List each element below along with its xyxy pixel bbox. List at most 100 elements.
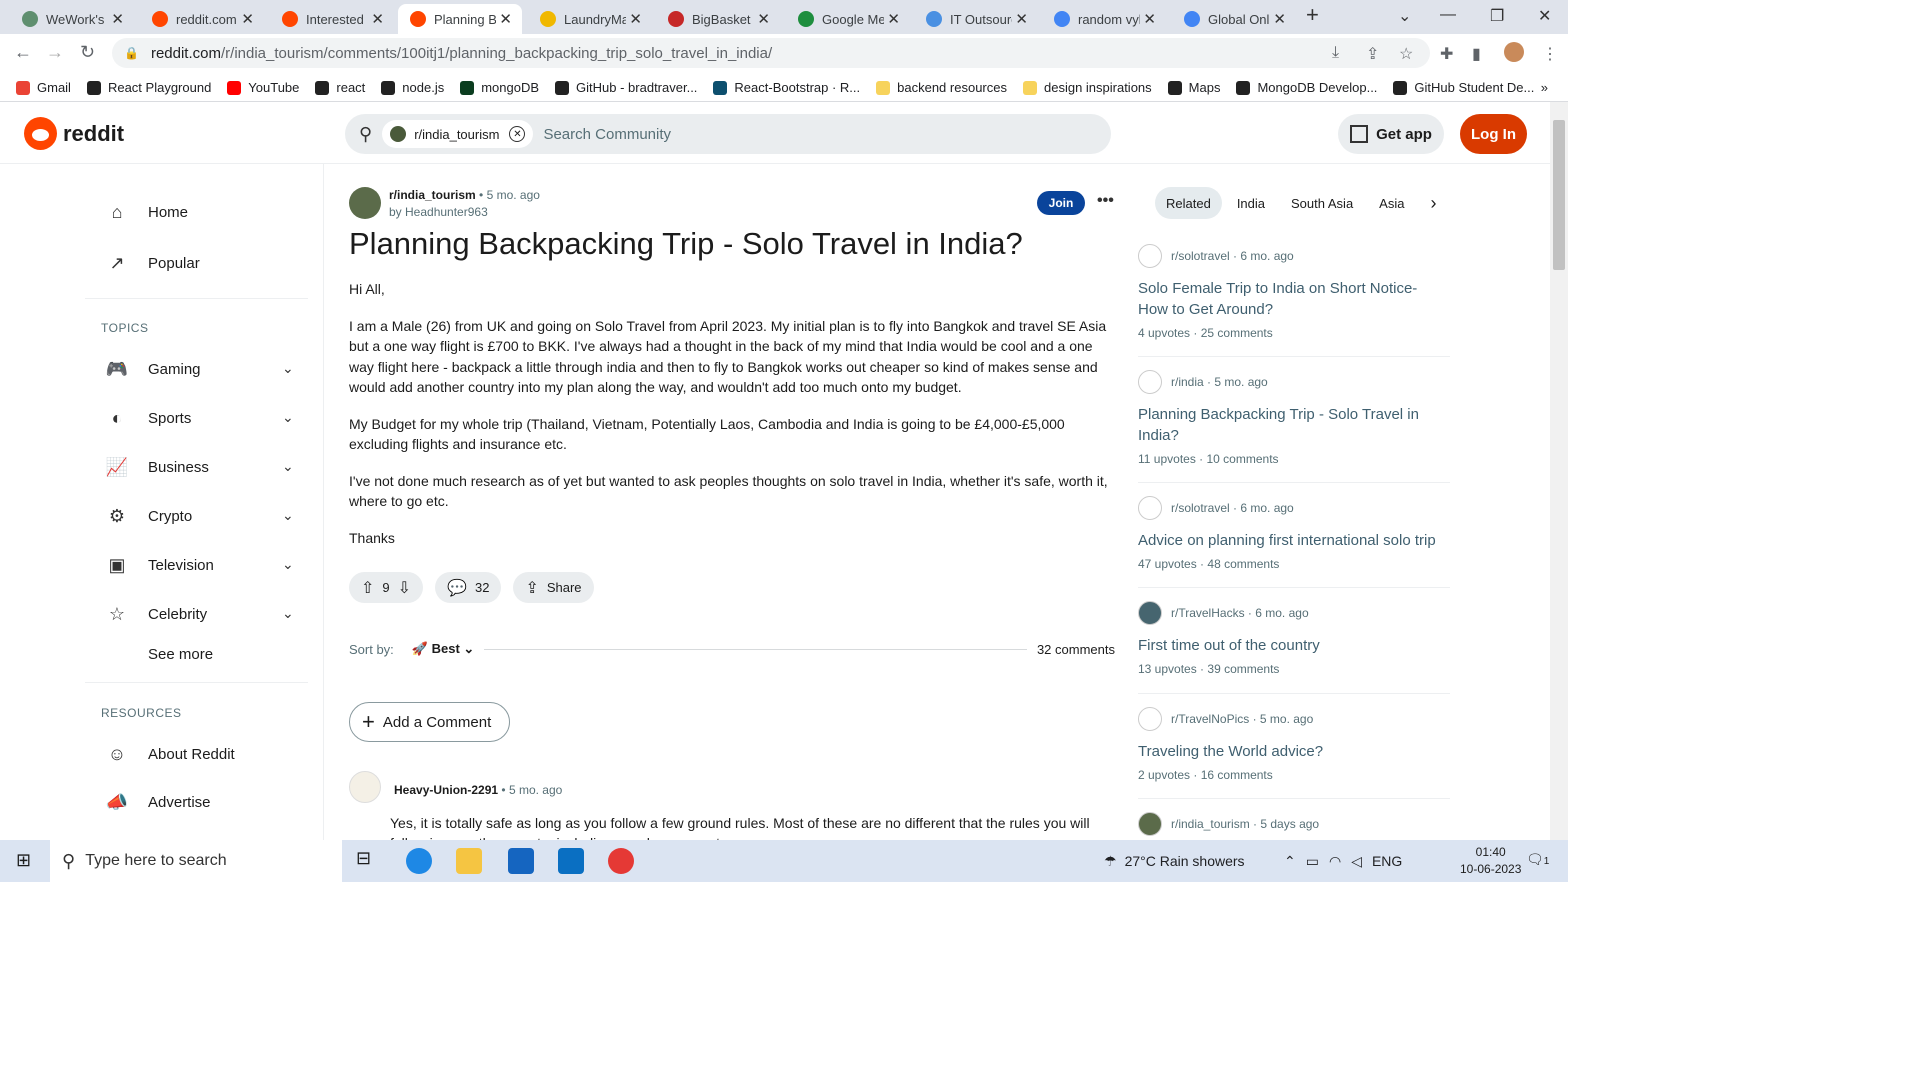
- bookmark-item[interactable]: MongoDB Develop...: [1236, 80, 1377, 95]
- new-tab-icon[interactable]: +: [1306, 2, 1319, 28]
- browser-tab[interactable]: random vyl ✕: [1042, 4, 1166, 34]
- browser-tab[interactable]: Google Me ✕: [786, 4, 910, 34]
- related-title[interactable]: First time out of the country: [1138, 635, 1450, 656]
- browser-tab[interactable]: reddit.com ✕: [140, 4, 264, 34]
- close-tab-icon[interactable]: ✕: [629, 10, 642, 28]
- bookmark-item[interactable]: YouTube: [227, 80, 299, 95]
- comments-button[interactable]: 💬 32: [435, 572, 502, 603]
- vscode-icon[interactable]: [558, 848, 584, 874]
- volume-icon[interactable]: ◁: [1351, 853, 1362, 870]
- related-tab[interactable]: India: [1226, 187, 1276, 219]
- comment-author[interactable]: Heavy-Union-2291: [394, 783, 498, 797]
- chevron-right-icon[interactable]: ›: [1419, 187, 1447, 219]
- sidebar-item-topic[interactable]: 🎮 Gaming: [106, 358, 201, 380]
- edge-icon[interactable]: [406, 848, 432, 874]
- bookmark-item[interactable]: react: [315, 80, 365, 95]
- notifications-icon[interactable]: 🗨1: [1526, 851, 1549, 868]
- profile-avatar[interactable]: [1504, 42, 1524, 62]
- install-icon[interactable]: ⤓: [1332, 44, 1339, 62]
- sidebar-item-topic[interactable]: ⚙ Crypto: [106, 505, 192, 527]
- close-tab-icon[interactable]: ✕: [757, 10, 770, 28]
- page-scrollbar[interactable]: [1550, 102, 1568, 840]
- related-sub[interactable]: r/solotravel: [1171, 249, 1230, 263]
- bookmark-item[interactable]: React-Bootstrap · R...: [713, 80, 860, 95]
- bookmark-item[interactable]: Gmail: [16, 80, 71, 95]
- restore-icon[interactable]: ❐: [1490, 6, 1504, 26]
- tray-chevron-icon[interactable]: ⌃: [1284, 853, 1296, 870]
- chevron-down-icon[interactable]: ⌄: [282, 556, 294, 573]
- add-comment-button[interactable]: + Add a Comment: [349, 702, 510, 742]
- chevron-down-icon[interactable]: ⌄: [282, 605, 294, 622]
- url-text[interactable]: reddit.com/r/india_tourism/comments/100i…: [151, 45, 772, 62]
- related-post[interactable]: r/TravelNoPics · 5 mo. ago Traveling the …: [1138, 707, 1450, 782]
- tab-search-icon[interactable]: ⌄: [1398, 6, 1411, 26]
- clear-chip-icon[interactable]: ✕: [509, 126, 526, 142]
- related-sub[interactable]: r/TravelHacks: [1171, 606, 1245, 620]
- related-post[interactable]: r/india · 5 mo. ago Planning Backpacking …: [1138, 370, 1450, 466]
- mail-icon[interactable]: [508, 848, 534, 874]
- sidebar-item-resource[interactable]: ☺ About Reddit: [106, 743, 235, 765]
- battery-icon[interactable]: ▭: [1306, 853, 1319, 870]
- subreddit-avatar[interactable]: [349, 187, 381, 219]
- upvote-icon[interactable]: ⇧: [361, 578, 374, 598]
- search-input[interactable]: Search Community: [543, 126, 671, 143]
- sidebar-item-topic[interactable]: ◐ Sports: [106, 407, 192, 429]
- bookmark-item[interactable]: backend resources: [876, 80, 1007, 95]
- reddit-logo[interactable]: reddit: [24, 117, 124, 150]
- browser-tab[interactable]: Planning Ba✕: [398, 4, 522, 34]
- file-explorer-icon[interactable]: [456, 848, 482, 874]
- share-button[interactable]: ⇪ Share: [513, 572, 594, 603]
- related-post[interactable]: r/solotravel · 6 mo. ago Advice on planni…: [1138, 496, 1450, 571]
- bookmark-item[interactable]: design inspirations: [1022, 80, 1152, 95]
- chrome-icon[interactable]: [608, 848, 634, 874]
- sidebar-item-topic[interactable]: ▣ Television: [106, 554, 213, 576]
- related-title[interactable]: Advice on planning first international s…: [1138, 530, 1450, 551]
- see-more-link[interactable]: See more: [148, 646, 213, 663]
- related-sub[interactable]: r/solotravel: [1171, 501, 1230, 515]
- get-app-button[interactable]: Get app: [1338, 114, 1444, 154]
- bookmark-item[interactable]: mongoDB: [460, 80, 539, 95]
- bookmark-item[interactable]: node.js: [381, 80, 444, 95]
- related-post[interactable]: r/india_tourism · 5 days ago: [1138, 812, 1450, 836]
- post-author[interactable]: by Headhunter963: [389, 205, 488, 219]
- browser-tab[interactable]: Global Onli ✕: [1172, 4, 1296, 34]
- login-button[interactable]: Log In: [1460, 114, 1527, 154]
- taskbar-search-input[interactable]: Type here to search: [85, 852, 226, 870]
- chevron-down-icon[interactable]: ⌄: [282, 360, 294, 377]
- close-tab-icon[interactable]: ✕: [1273, 10, 1286, 28]
- browser-tab[interactable]: LaundryMa ✕: [528, 4, 652, 34]
- reload-icon[interactable]: ↻: [80, 42, 95, 63]
- side-panel-icon[interactable]: ▮: [1472, 44, 1481, 64]
- lock-icon[interactable]: 🔒: [124, 46, 139, 60]
- sidebar-item-topic[interactable]: ☆ Celebrity: [106, 603, 207, 625]
- related-tab[interactable]: Asia: [1368, 187, 1415, 219]
- related-tab[interactable]: Related: [1155, 187, 1222, 219]
- related-title[interactable]: Planning Backpacking Trip - Solo Travel …: [1138, 404, 1450, 446]
- commenter-avatar[interactable]: [349, 771, 381, 803]
- bookmarks-overflow-icon[interactable]: »: [1541, 80, 1548, 95]
- share-page-icon[interactable]: ⇪: [1366, 44, 1379, 64]
- downvote-icon[interactable]: ⇩: [398, 578, 411, 598]
- address-bar[interactable]: 🔒 reddit.com/r/india_tourism/comments/10…: [112, 38, 1430, 68]
- bookmark-star-icon[interactable]: ☆: [1399, 44, 1413, 64]
- related-sub[interactable]: r/india: [1171, 375, 1204, 389]
- minimize-icon[interactable]: —: [1440, 6, 1456, 24]
- community-chip[interactable]: r/india_tourism ✕: [382, 120, 534, 148]
- bookmark-item[interactable]: GitHub Student De...: [1393, 80, 1534, 95]
- sidebar-item-resource[interactable]: 📣 Advertise: [106, 791, 211, 813]
- join-button[interactable]: Join: [1037, 191, 1085, 215]
- related-sub[interactable]: r/TravelNoPics: [1171, 712, 1249, 726]
- close-tab-icon[interactable]: ✕: [1015, 10, 1028, 28]
- bookmark-item[interactable]: React Playground: [86, 80, 211, 95]
- sort-dropdown[interactable]: 🚀 Best ⌄: [412, 641, 475, 657]
- browser-tab[interactable]: Interested i ✕: [270, 4, 394, 34]
- browser-tab[interactable]: IT Outsourc ✕: [914, 4, 1038, 34]
- related-post[interactable]: r/TravelHacks · 6 mo. ago First time out …: [1138, 601, 1450, 676]
- browser-menu-icon[interactable]: ⋮: [1542, 44, 1558, 64]
- sidebar-item-popular[interactable]: ↗ Popular: [106, 252, 199, 274]
- chevron-down-icon[interactable]: ⌄: [282, 507, 294, 524]
- sidebar-item-home[interactable]: ⌂ Home: [106, 201, 188, 223]
- search-bar[interactable]: ⚲ r/india_tourism ✕ Search Community: [345, 114, 1111, 154]
- clock[interactable]: 01:40 10-06-2023: [1460, 844, 1521, 878]
- back-icon[interactable]: ←: [14, 42, 32, 63]
